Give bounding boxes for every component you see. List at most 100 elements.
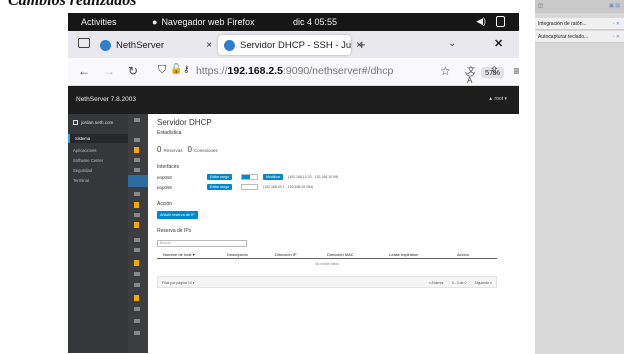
interface-toggle[interactable] [241,174,258,180]
tab-nethserver[interactable]: NethServer × [94,35,218,55]
backup-icon[interactable] [134,260,139,266]
tab-dhcp[interactable]: Servidor DHCP - SSH - Ju × [218,35,362,55]
clock[interactable]: dic 4 05:55 [293,17,337,27]
nethserver-favicon [100,39,111,51]
users-icon[interactable] [134,168,140,172]
page-title: Servidor DHCP [157,118,212,127]
new-tab-button[interactable]: + [358,37,366,52]
applications-icon[interactable] [134,147,139,153]
reservations-heading: Reserva de IPs [157,228,192,234]
notification-close-icon[interactable]: ◦ ✕ [613,18,620,30]
firefox-icon: ● [152,17,158,27]
col-ip: Dirección IP [275,252,297,257]
notification-label: Autocapturar teclado... [538,34,589,40]
pocket-icon[interactable]: ◡ [465,64,475,78]
close-tab-icon[interactable]: × [206,40,212,51]
certificates-icon[interactable] [134,272,140,276]
actions-heading: Acción [157,201,173,207]
user-menu[interactable]: ▲ root ▾ [488,96,507,102]
host-name: jordan.neth.com [81,120,114,125]
reports-icon[interactable] [134,295,139,301]
url-text[interactable]: https://192.168.2.5:9090/nethserver#/dhc… [196,65,393,77]
interface-toggle[interactable] [241,184,258,190]
col-action: Acción [457,252,470,257]
reload-icon[interactable]: ↻ [128,64,138,78]
storage-icon[interactable] [134,213,140,217]
screenshot: Cambios realizados Activities ● Navegado… [0,0,624,354]
table-header: Nombre de host ▾ Descripción Dirección I… [157,251,497,259]
next-page-button[interactable]: Siguiente » [474,281,492,285]
add-ip-reservation-button[interactable]: Añadir reserva de IP [157,211,198,219]
edit-range-button[interactable]: Editar rango [207,174,233,180]
conexiones-count: 0 [187,145,192,154]
nethserver-header: NethServer 7.8.2003 ▲ root ▾ [68,86,519,114]
reservas-label: Reservas [163,148,183,153]
permissions-key-icon[interactable]: ⚷ [183,64,190,75]
updates-icon[interactable] [134,222,139,228]
dashboard-icon[interactable] [134,138,140,142]
reservas-count: 0 [157,145,162,154]
gnome-top-bar: Activities ● Navegador web Firefox dic 4… [68,13,519,31]
toolbar-icons: ☆ ◡ ⇧ ≡ [440,64,519,78]
terminal-icon[interactable] [134,319,140,323]
host-icon [73,120,78,125]
notification-close-icon[interactable]: ◦ ✕ [613,31,620,43]
modify-button[interactable]: Modificar [263,174,284,180]
search-input[interactable]: Buscar [157,240,247,247]
shield-icon[interactable]: ⛉ [158,64,166,77]
sidebar-item-software-center[interactable]: Software Center [68,156,128,165]
sidebar-item-terminal[interactable]: Terminal [68,176,128,185]
bookmark-star-icon[interactable]: ☆ [440,64,451,78]
system-icon[interactable] [134,158,140,162]
battery-icon [496,16,505,27]
list-tabs-chevron-icon[interactable]: ⌄ [448,38,456,49]
pagination: Filas por página 10 ▾ « Anterior 0 - 0 d… [157,276,497,288]
menu-icon[interactable]: ≡ [513,64,519,78]
system-tray[interactable]: ◀) [476,16,505,27]
host-selector[interactable]: jordan.neth.com [73,120,113,125]
dns-icon[interactable] [134,192,140,196]
sidebar-item-seguridad[interactable]: Seguridad [68,166,128,175]
activities-button[interactable]: Activities [81,17,117,27]
cockpit-sidebar: jordan.neth.com Sistema Aplicaciones Sof… [68,114,128,353]
settings-icon[interactable] [134,283,140,287]
sidebar-item-aplicaciones[interactable]: Aplicaciones [68,146,128,155]
notification-keyboard-capture[interactable]: Autocapturar teclado... ◦ ✕ [535,31,624,43]
help-icon[interactable] [134,331,140,335]
panel-controls-icon[interactable]: ▣ ▤ [609,3,620,9]
rows-per-page-select[interactable]: Filas por página 10 ▾ [162,281,195,285]
notification-mouse-integration[interactable]: Integración de ratón... ◦ ✕ [535,18,624,30]
dhcp-page: Servidor DHCP Estadística 0 Reservas 0 Con… [148,114,519,353]
interfaces-heading: Interfaces [157,164,179,170]
dhcp-icon[interactable] [128,175,148,187]
extensions-icon[interactable]: ⇧ [489,64,499,78]
sidebar-item-sistema[interactable]: Sistema [68,134,128,143]
host-side-panel: ◫ ▣ ▤ Integración de ratón... ◦ ✕ Autoca… [535,0,624,354]
logs-icon[interactable] [134,248,140,252]
side-panel-toolbar: ◫ ▣ ▤ [535,0,624,13]
accounts-icon[interactable] [134,307,140,311]
app-menu[interactable]: ● Navegador web Firefox [152,17,254,27]
edit-range-button[interactable]: Editar rango [207,184,233,190]
collapse-icon[interactable] [134,118,140,122]
table-empty-message: No existe datos [314,262,340,266]
stats-heading: Estadística [157,130,182,136]
window-close-icon[interactable]: ✕ [494,37,503,50]
lock-warning-icon[interactable]: 🔓 [170,64,182,75]
services-icon[interactable] [134,238,140,242]
tab-label: NethServer [116,39,165,51]
page-heading: Cambios realizados [8,0,137,9]
network-icon[interactable] [134,202,139,208]
back-arrow-icon[interactable]: ← [78,64,90,78]
col-hostname[interactable]: Nombre de host ▾ [163,252,195,257]
notification-label: Integración de ratón... [538,21,587,27]
col-lease: Lease expiration [389,252,419,257]
nethserver-brand[interactable]: NethServer 7.8.2003 [76,96,136,103]
tab-overview-icon[interactable] [78,38,90,48]
col-description: Descripción [227,252,248,257]
panel-icon[interactable]: ◫ [538,3,543,9]
url-bar[interactable]: ⛉ 🔓 ⚷ https://192.168.2.5:9090/nethserve… [156,62,505,85]
prev-page-button[interactable]: « Anterior [429,281,444,285]
forward-arrow-icon[interactable]: → [103,64,115,78]
interface-name: enp0s9 [157,185,172,190]
